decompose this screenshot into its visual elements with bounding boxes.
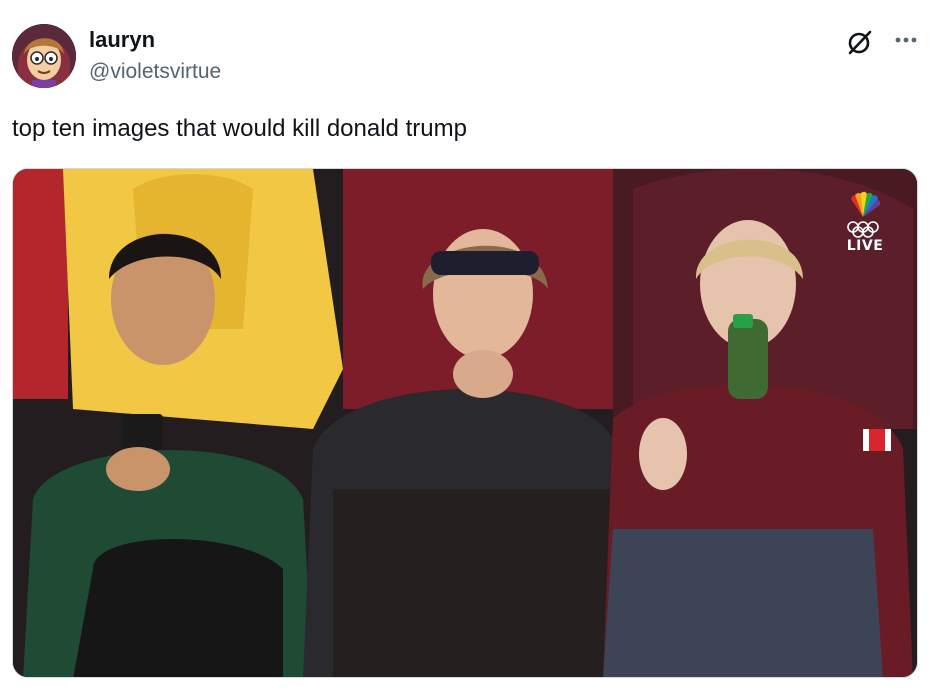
avatar[interactable] (12, 24, 76, 88)
user-handle[interactable]: @violetsvirtue (89, 58, 221, 86)
live-label: LIVE (846, 238, 884, 254)
author-names: lauryn @violetsvirtue (89, 26, 221, 86)
grok-slash-icon[interactable] (846, 28, 874, 56)
live-badge: LIVE (841, 237, 889, 255)
cartoon-avatar-icon (12, 24, 76, 88)
tweet-media-photo[interactable]: LIVE (12, 168, 918, 678)
tweet-header: lauryn @violetsvirtue (12, 24, 922, 88)
more-dots-icon[interactable] (890, 26, 922, 54)
broadcast-photo (13, 169, 917, 677)
tweet-text: top ten images that would kill donald tr… (12, 115, 467, 142)
display-name[interactable]: lauryn (89, 26, 221, 54)
